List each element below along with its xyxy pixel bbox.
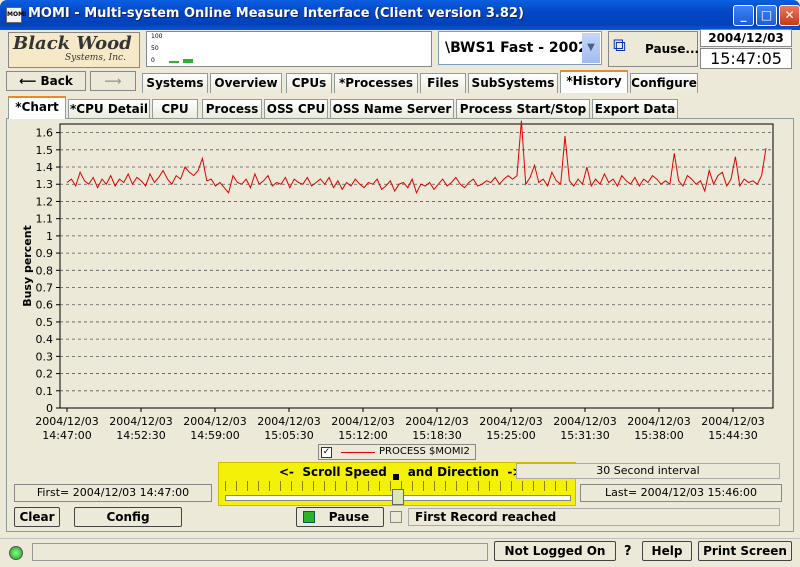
y-tick-label: 0.3 xyxy=(36,350,54,363)
pause-button[interactable]: Pause xyxy=(296,507,384,527)
x-tick-label-time: 14:52:30 xyxy=(116,429,165,442)
first-record-checkbox[interactable] xyxy=(390,511,402,523)
help-button[interactable]: Help xyxy=(642,541,692,561)
x-tick-label-time: 15:31:30 xyxy=(560,429,609,442)
x-tick-label-time: 15:38:00 xyxy=(634,429,683,442)
x-tick-label-date: 2004/12/03 xyxy=(183,415,246,428)
clear-button[interactable]: Clear xyxy=(14,507,60,527)
interval-display: 30 Second interval xyxy=(516,463,780,479)
x-tick-label-date: 2004/12/03 xyxy=(35,415,98,428)
connection-status-icon xyxy=(9,546,23,560)
y-axis-label: Busy percent xyxy=(21,225,34,307)
scroll-speed-slider-thumb[interactable] xyxy=(392,489,404,505)
x-tick-label-time: 15:25:00 xyxy=(486,429,535,442)
x-tick-label-date: 2004/12/03 xyxy=(109,415,172,428)
x-tick-label-date: 2004/12/03 xyxy=(331,415,394,428)
y-tick-label: 0.2 xyxy=(36,368,54,381)
x-tick-label-date: 2004/12/03 xyxy=(627,415,690,428)
x-tick-label-date: 2004/12/03 xyxy=(553,415,616,428)
scroll-speed-label: <- Scroll Speed and Direction -> xyxy=(279,465,523,479)
y-tick-label: 1.1 xyxy=(36,213,54,226)
y-tick-label: 0.4 xyxy=(36,333,54,346)
y-tick-label: 1.5 xyxy=(36,144,54,157)
y-tick-label: 1.6 xyxy=(36,127,54,140)
subtab-chart[interactable]: *Chart xyxy=(8,96,66,119)
y-tick-label: 0.9 xyxy=(36,247,54,260)
y-tick-label: 1.4 xyxy=(36,161,54,174)
y-tick-label: 0.5 xyxy=(36,316,54,329)
x-tick-label-time: 15:18:30 xyxy=(412,429,461,442)
y-tick-label: 0.8 xyxy=(36,264,54,277)
y-tick-label: 0 xyxy=(46,402,53,415)
x-tick-label-time: 15:12:00 xyxy=(338,429,387,442)
x-tick-label-date: 2004/12/03 xyxy=(701,415,764,428)
pause-status-icon xyxy=(303,511,315,523)
x-tick-label-date: 2004/12/03 xyxy=(479,415,542,428)
status-bar: Not Logged On ? Help Print Screen xyxy=(0,538,800,567)
y-tick-label: 1.2 xyxy=(36,195,54,208)
x-tick-label-time: 15:44:30 xyxy=(708,429,757,442)
x-tick-label-time: 14:59:00 xyxy=(190,429,239,442)
y-tick-label: 0.1 xyxy=(36,385,54,398)
y-tick-label: 1.3 xyxy=(36,178,54,191)
status-message xyxy=(32,543,488,561)
help-question-icon: ? xyxy=(624,544,632,559)
plot-area xyxy=(59,123,774,409)
scroll-center-marker xyxy=(393,474,399,480)
not-logged-on-button[interactable]: Not Logged On xyxy=(494,541,616,561)
config-button[interactable]: Config xyxy=(74,507,182,527)
x-tick-label-time: 14:47:00 xyxy=(42,429,91,442)
print-screen-button[interactable]: Print Screen xyxy=(698,541,792,561)
y-tick-label: 0.7 xyxy=(36,282,54,295)
last-record-time: Last= 2004/12/03 15:46:00 xyxy=(580,484,782,502)
x-tick-label-time: 15:05:30 xyxy=(264,429,313,442)
x-tick-label-date: 2004/12/03 xyxy=(405,415,468,428)
pause-label: Pause xyxy=(328,510,370,524)
tab-history[interactable]: *History xyxy=(560,70,628,93)
x-tick-label-date: 2004/12/03 xyxy=(257,415,320,428)
legend-checkbox[interactable]: ✓ xyxy=(321,447,332,458)
legend-label: PROCESS $MOMI2 xyxy=(379,446,470,457)
chart-legend: ✓ PROCESS $MOMI2 xyxy=(318,444,476,460)
legend-line-swatch xyxy=(341,452,375,453)
y-tick-label: 0.6 xyxy=(36,299,54,312)
y-tick-label: 1 xyxy=(46,230,53,243)
first-record-time: First= 2004/12/03 14:47:00 xyxy=(14,484,212,502)
first-record-status: First Record reached xyxy=(408,508,780,526)
